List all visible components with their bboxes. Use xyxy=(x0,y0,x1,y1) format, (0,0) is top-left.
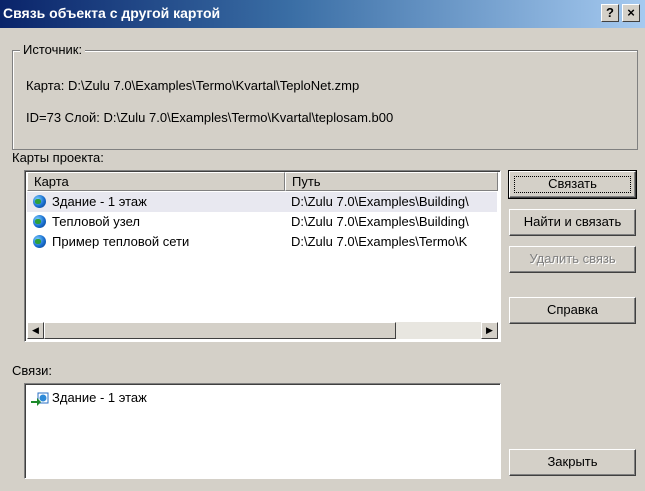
source-map-path: Карта: D:\Zulu 7.0\Examples\Termo\Kvarta… xyxy=(26,78,360,93)
project-maps-listview[interactable]: Карта Путь Здание - 1 этаж D:\Zulu 7.0\E… xyxy=(24,170,501,342)
help-button[interactable]: Справка xyxy=(509,297,636,324)
link-item-label: Здание - 1 этаж xyxy=(52,390,147,405)
globe-icon xyxy=(33,195,46,208)
window-title: Связь объекта с другой картой xyxy=(3,5,221,21)
links-label: Связи: xyxy=(12,363,53,378)
list-item[interactable]: Здание - 1 этаж xyxy=(27,386,497,406)
source-group xyxy=(12,50,638,150)
scroll-left-arrow-icon[interactable]: ◀ xyxy=(27,322,44,339)
title-bar: Связь объекта с другой картой ? × xyxy=(0,0,645,28)
map-name: Здание - 1 этаж xyxy=(52,194,147,209)
scrollbar-thumb[interactable] xyxy=(44,322,396,339)
list-item[interactable]: Тепловой узел D:\Zulu 7.0\Examples\Build… xyxy=(27,212,497,232)
source-legend: Источник: xyxy=(20,42,86,57)
link-object-dialog: Связь объекта с другой картой ? × Источн… xyxy=(0,0,645,491)
column-header-path[interactable]: Путь xyxy=(285,172,498,191)
close-button[interactable]: Закрыть xyxy=(509,449,636,476)
list-item[interactable]: Пример тепловой сети D:\Zulu 7.0\Example… xyxy=(27,232,497,252)
column-header-map[interactable]: Карта xyxy=(27,172,285,191)
map-path: D:\Zulu 7.0\Examples\Building\ xyxy=(291,214,469,229)
link-button[interactable]: Связать xyxy=(508,170,637,199)
map-name: Тепловой узел xyxy=(52,214,141,229)
map-path: D:\Zulu 7.0\Examples\Building\ xyxy=(291,194,469,209)
list-item[interactable]: Здание - 1 этаж D:\Zulu 7.0\Examples\Bui… xyxy=(27,192,497,212)
close-title-button[interactable]: × xyxy=(622,4,640,22)
map-name: Пример тепловой сети xyxy=(52,234,190,249)
globe-icon xyxy=(33,215,46,228)
project-maps-label: Карты проекта: xyxy=(12,150,104,165)
link-icon xyxy=(31,392,49,406)
scroll-right-arrow-icon[interactable]: ▶ xyxy=(481,322,498,339)
source-id-layer: ID=73 Слой: D:\Zulu 7.0\Examples\Termo\K… xyxy=(26,110,394,125)
map-path: D:\Zulu 7.0\Examples\Termo\K xyxy=(291,234,468,249)
globe-icon xyxy=(33,235,46,248)
find-and-link-button[interactable]: Найти и связать xyxy=(509,209,636,236)
links-listbox[interactable]: Здание - 1 этаж xyxy=(24,383,501,479)
help-title-button[interactable]: ? xyxy=(601,4,619,22)
horizontal-scrollbar[interactable]: ◀ ▶ xyxy=(27,322,498,339)
remove-link-button[interactable]: Удалить связь xyxy=(509,246,636,273)
